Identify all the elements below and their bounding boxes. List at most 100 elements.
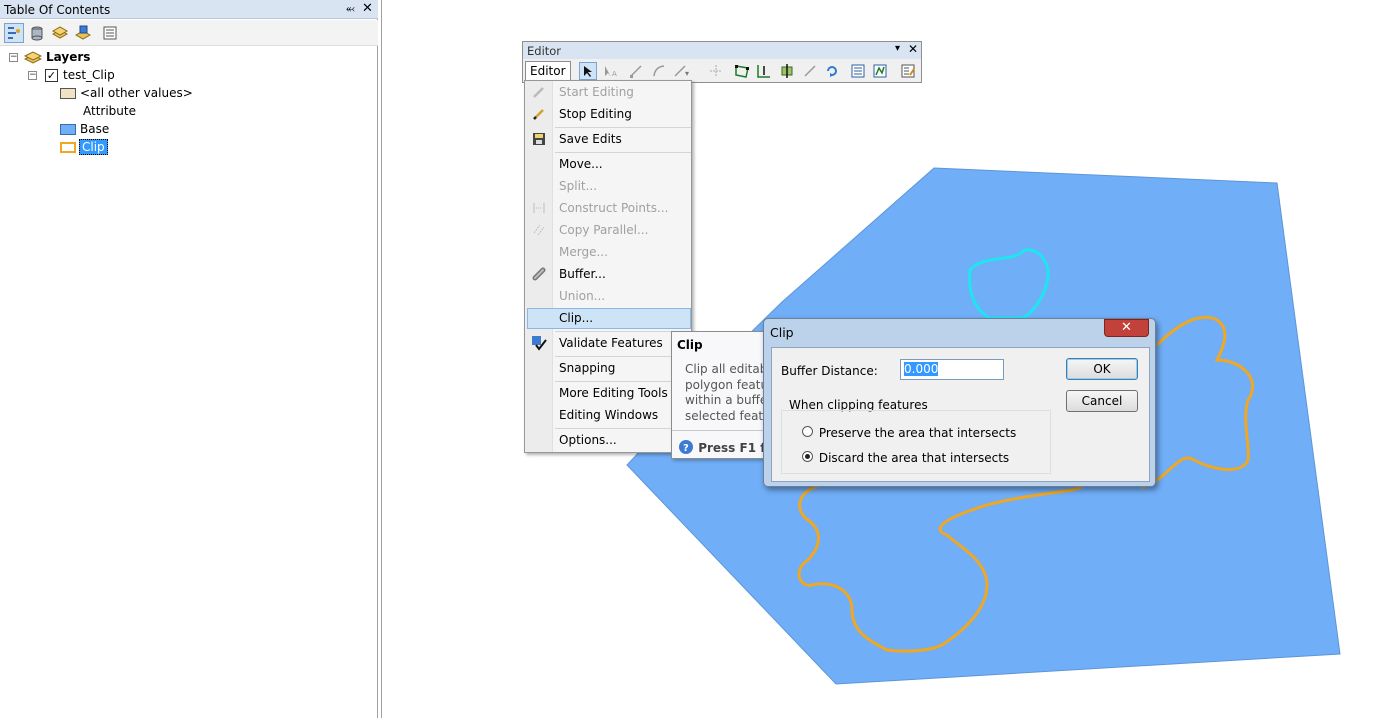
clip-tooltip: Clip Clip all editable polygon featur wi… (671, 331, 769, 459)
legend-label-base: Base (80, 122, 110, 136)
edit-tool-icon[interactable] (579, 62, 597, 80)
table-of-contents-panel: Table Of Contents ⬻ ✕ − Layers − ✓ test_… (0, 0, 378, 718)
preserve-option-row[interactable]: Preserve the area that intersects (802, 426, 1016, 440)
save-edits-icon (531, 131, 547, 147)
attributes-icon[interactable] (849, 62, 867, 80)
collapse-icon[interactable]: − (28, 70, 37, 80)
menu-item-construct-points[interactable]: Construct Points... (559, 201, 668, 215)
reshape-feature-icon[interactable] (755, 62, 773, 80)
menu-item-split[interactable]: Split... (559, 179, 597, 193)
list-by-drawing-order-icon[interactable] (4, 23, 24, 43)
split-tool-icon[interactable] (801, 62, 819, 80)
menu-separator (555, 152, 691, 153)
list-by-selection-icon[interactable] (73, 23, 93, 43)
layers-group-row[interactable]: − Layers (9, 48, 90, 66)
legend-label-other: <all other values> (80, 86, 193, 100)
menu-item-union[interactable]: Union... (559, 289, 605, 303)
cut-polygons-icon[interactable] (778, 62, 796, 80)
sketch-properties-icon[interactable] (871, 62, 889, 80)
buffer-distance-input[interactable]: 0.000 (900, 359, 1004, 380)
end-point-arc-icon[interactable] (650, 62, 668, 80)
copy-parallel-icon (531, 222, 547, 238)
editor-menu-button[interactable]: Editor ▾ (525, 61, 571, 92)
menu-item-editing-windows[interactable]: Editing Windows (559, 408, 658, 422)
layer-visibility-checkbox[interactable]: ✓ (45, 68, 58, 82)
menu-item-copy-parallel[interactable]: Copy Parallel... (559, 223, 648, 237)
toc-title: Table Of Contents (4, 3, 111, 17)
buffer-icon (531, 266, 547, 282)
rotate-icon[interactable] (823, 62, 841, 80)
create-features-icon[interactable] (899, 62, 917, 80)
tooltip-line: selected featur (685, 408, 769, 423)
tooltip-divider (672, 430, 768, 431)
tooltip-body: Clip all editable polygon featur within … (685, 362, 769, 424)
menu-item-snapping[interactable]: Snapping (559, 361, 615, 375)
toc-title-bar: Table Of Contents ⬻ ✕ (0, 0, 378, 19)
editor-toolbar-title-bar[interactable]: Editor ▾ ✕ (523, 42, 921, 59)
svg-text:▾: ▾ (685, 69, 689, 78)
start-editing-icon (531, 84, 547, 100)
discard-radio[interactable] (802, 451, 813, 462)
list-by-source-icon[interactable] (27, 23, 47, 43)
collapse-icon[interactable]: − (9, 52, 18, 62)
menu-item-clip[interactable]: Clip... (559, 311, 593, 325)
menu-item-move[interactable]: Move... (559, 157, 603, 171)
clip-dialog: Clip ✕ Buffer Distance: 0.000 OK Cancel … (763, 318, 1156, 487)
layer-name: test_Clip (63, 68, 115, 82)
buffer-distance-value: 0.000 (904, 362, 939, 376)
menu-item-options[interactable]: Options... (559, 433, 617, 447)
buffer-distance-label: Buffer Distance: (781, 364, 878, 378)
tooltip-line: Clip all editable (685, 362, 769, 376)
tooltip-line: polygon featur (685, 377, 769, 392)
menu-highlight (527, 308, 691, 329)
menu-item-save-edits[interactable]: Save Edits (559, 132, 622, 146)
stop-editing-icon (531, 106, 547, 122)
cancel-button[interactable]: Cancel (1066, 390, 1138, 412)
trace-icon[interactable]: ▾ (673, 62, 691, 80)
dialog-body: Buffer Distance: 0.000 OK Cancel When cl… (771, 347, 1150, 482)
edit-annotation-tool-icon[interactable]: A (601, 62, 619, 80)
help-icon: ? (679, 440, 693, 454)
svg-text:?: ? (683, 443, 689, 454)
menu-item-more-editing-tools[interactable]: More Editing Tools (559, 386, 668, 400)
legend-row-clip[interactable]: Clip (60, 138, 108, 156)
menu-item-start-editing[interactable]: Start Editing (559, 85, 634, 99)
pin-icon[interactable]: ⬻ (346, 2, 355, 16)
validate-features-icon (531, 335, 547, 351)
legend-field-row: Attribute (83, 102, 136, 120)
discard-option-row[interactable]: Discard the area that intersects (802, 451, 1009, 465)
editor-dropdown-menu: Start Editing Stop Editing Save Edits Mo… (524, 80, 692, 453)
legend-row-base: Base (60, 120, 109, 138)
close-icon[interactable]: ✕ (1104, 319, 1149, 337)
legend-row-other-values: <all other values> (60, 84, 193, 102)
legend-label-clip: Clip (79, 139, 108, 155)
straight-segment-icon[interactable] (627, 62, 645, 80)
close-icon[interactable]: ✕ (908, 42, 918, 56)
menu-item-buffer[interactable]: Buffer... (559, 267, 606, 281)
tooltip-help-row: ? Press F1 for (678, 439, 768, 455)
menu-separator (555, 127, 691, 128)
discard-option-label: Discard the area that intersects (818, 451, 1010, 465)
construct-points-icon (531, 200, 547, 216)
preserve-radio[interactable] (802, 426, 813, 437)
point-icon[interactable] (707, 62, 725, 80)
editor-toolbar-title: Editor (527, 44, 562, 58)
tooltip-help-text: Press F1 for (698, 441, 768, 455)
edit-vertices-icon[interactable] (733, 62, 751, 80)
tooltip-title: Clip (677, 338, 703, 352)
ok-button[interactable]: OK (1066, 358, 1138, 380)
toc-toolbar (0, 20, 378, 46)
legend-swatch-other (60, 87, 76, 99)
options-icon[interactable] (100, 23, 120, 43)
list-by-visibility-icon[interactable] (50, 23, 70, 43)
layer-row-test-clip[interactable]: − ✓ test_Clip (28, 66, 115, 84)
layers-icon (24, 51, 42, 64)
menu-item-merge[interactable]: Merge... (559, 245, 608, 259)
menu-item-stop-editing[interactable]: Stop Editing (559, 107, 632, 121)
menu-item-validate-features[interactable]: Validate Features (559, 336, 663, 350)
legend-swatch-base (60, 123, 76, 135)
tooltip-line: within a buffer (685, 393, 769, 407)
svg-text:A: A (612, 70, 617, 77)
close-icon[interactable]: ✕ (362, 1, 373, 16)
toolbar-options-icon[interactable]: ▾ (895, 43, 900, 54)
